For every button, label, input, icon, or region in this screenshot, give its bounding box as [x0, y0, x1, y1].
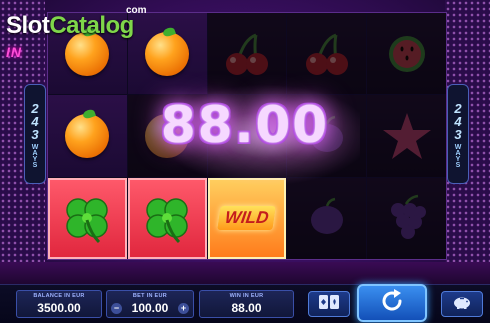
- clover-icon: [139, 190, 195, 246]
- symbol-cell: [367, 13, 446, 95]
- game-logo-fragment: IN: [6, 44, 22, 60]
- balance-value: 3500.00: [37, 301, 81, 315]
- watermark-brand-b: Catalog: [49, 12, 134, 39]
- cherry-icon: [302, 31, 352, 77]
- spin-icon: [379, 288, 405, 319]
- gamble-cards-button[interactable]: [308, 291, 350, 317]
- grapes-icon: [384, 194, 430, 242]
- autoplay-piggy-button[interactable]: [441, 291, 483, 317]
- big-win-amount: 88.00: [160, 96, 330, 154]
- ways-number: 243: [450, 100, 466, 140]
- watermelon-icon: [384, 31, 430, 77]
- win-caption: WIN IN EUR: [229, 293, 264, 299]
- bet-panel: BET IN EUR − 100.00 +: [106, 290, 194, 318]
- ways-badge-right: 243 WAYS: [447, 84, 469, 184]
- win-value: 88.00: [231, 301, 262, 315]
- symbol-cell-winning: [48, 177, 127, 259]
- watermark-brand-a: Slot: [6, 12, 50, 39]
- piggy-bank-icon: [451, 294, 473, 315]
- bet-caption: BET IN EUR: [132, 293, 168, 299]
- balance-panel: BALANCE IN EUR 3500.00: [16, 290, 102, 318]
- balance-caption: BALANCE IN EUR: [33, 293, 85, 299]
- ways-badge-left: 243 WAYS: [24, 84, 46, 184]
- symbol-cell: [367, 95, 446, 177]
- ways-label: WAYS: [454, 143, 462, 168]
- ways-number: 243: [27, 100, 43, 140]
- reel-1: [48, 13, 127, 259]
- ways-label: WAYS: [31, 143, 39, 168]
- watermark-brand: SlotCatalog: [6, 12, 134, 40]
- game-screen: com SlotCatalog IN 243 WAYS 243 WAYS WIL…: [0, 0, 490, 323]
- orange-icon: [145, 31, 190, 76]
- cards-icon: [318, 294, 340, 315]
- symbol-cell: [48, 95, 127, 177]
- bet-increase-button[interactable]: +: [178, 303, 189, 314]
- plum-icon: [305, 196, 349, 240]
- reel-5: [367, 13, 446, 259]
- win-panel: WIN IN EUR 88.00: [199, 290, 294, 318]
- star-icon: [381, 111, 433, 161]
- wild-symbol: WILD: [217, 206, 277, 231]
- cherry-icon: [222, 31, 272, 77]
- symbol-cell: [367, 177, 446, 259]
- orange-icon: [65, 113, 110, 158]
- spin-button[interactable]: [357, 284, 427, 322]
- clover-icon: [59, 190, 115, 246]
